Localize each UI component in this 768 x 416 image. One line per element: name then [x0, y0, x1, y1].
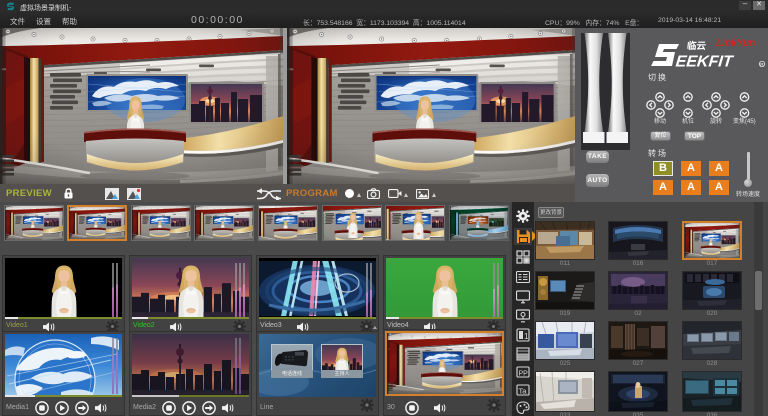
svg-text:机位: 机位	[682, 117, 694, 125]
svg-text:Ta: Ta	[519, 387, 528, 396]
svg-text:移动: 移动	[654, 117, 666, 125]
svg-text:变焦(45): 变焦(45)	[733, 117, 756, 125]
svg-text:PP: PP	[519, 371, 529, 378]
svg-text:旋转: 旋转	[710, 117, 722, 125]
svg-text:EEKFIT: EEKFIT	[675, 53, 735, 70]
svg-text:1: 1	[524, 332, 529, 341]
